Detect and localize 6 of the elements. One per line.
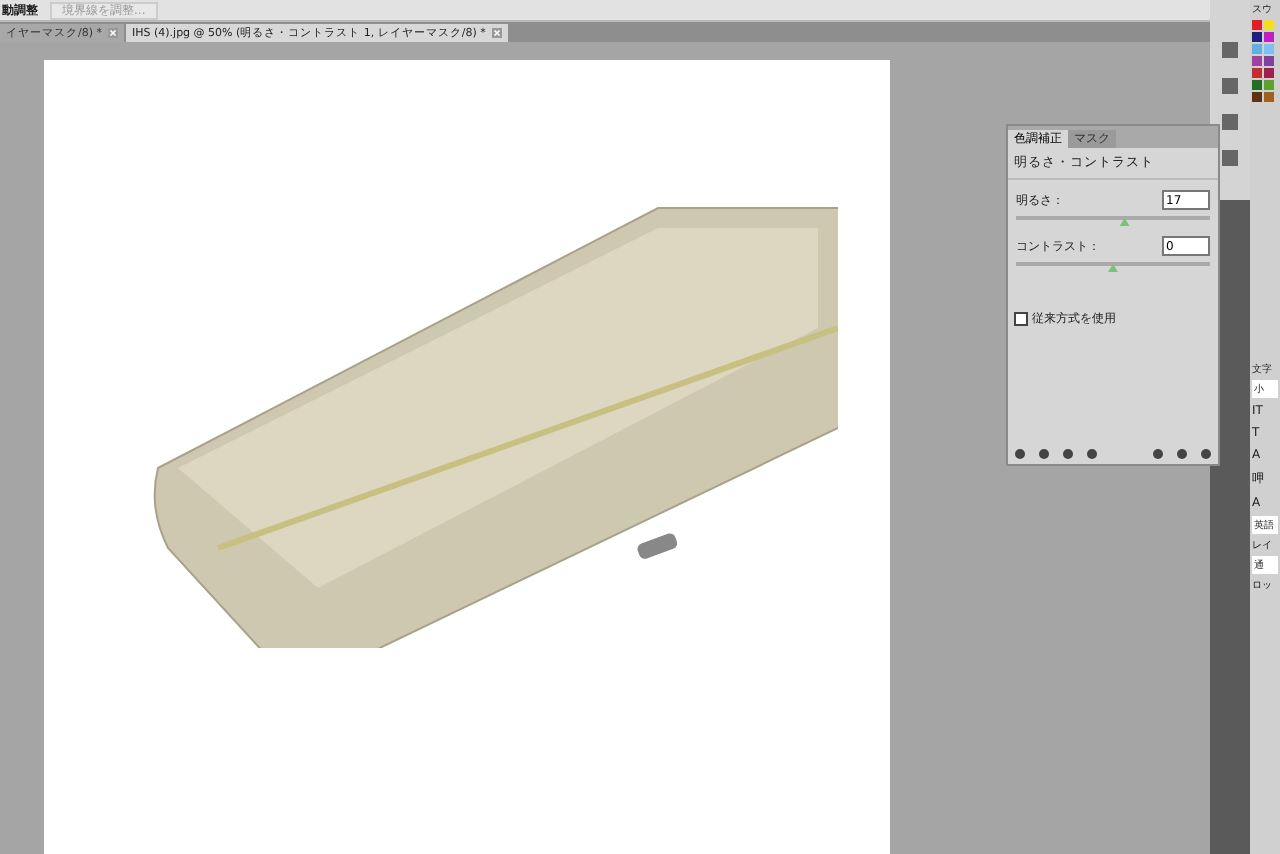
swatch-grid[interactable] [1250, 18, 1280, 104]
close-icon[interactable] [491, 28, 502, 38]
checkbox[interactable] [1014, 312, 1028, 326]
slider-thumb[interactable] [1119, 218, 1130, 226]
close-icon[interactable] [108, 28, 118, 38]
slider-thumb[interactable] [1108, 264, 1118, 272]
